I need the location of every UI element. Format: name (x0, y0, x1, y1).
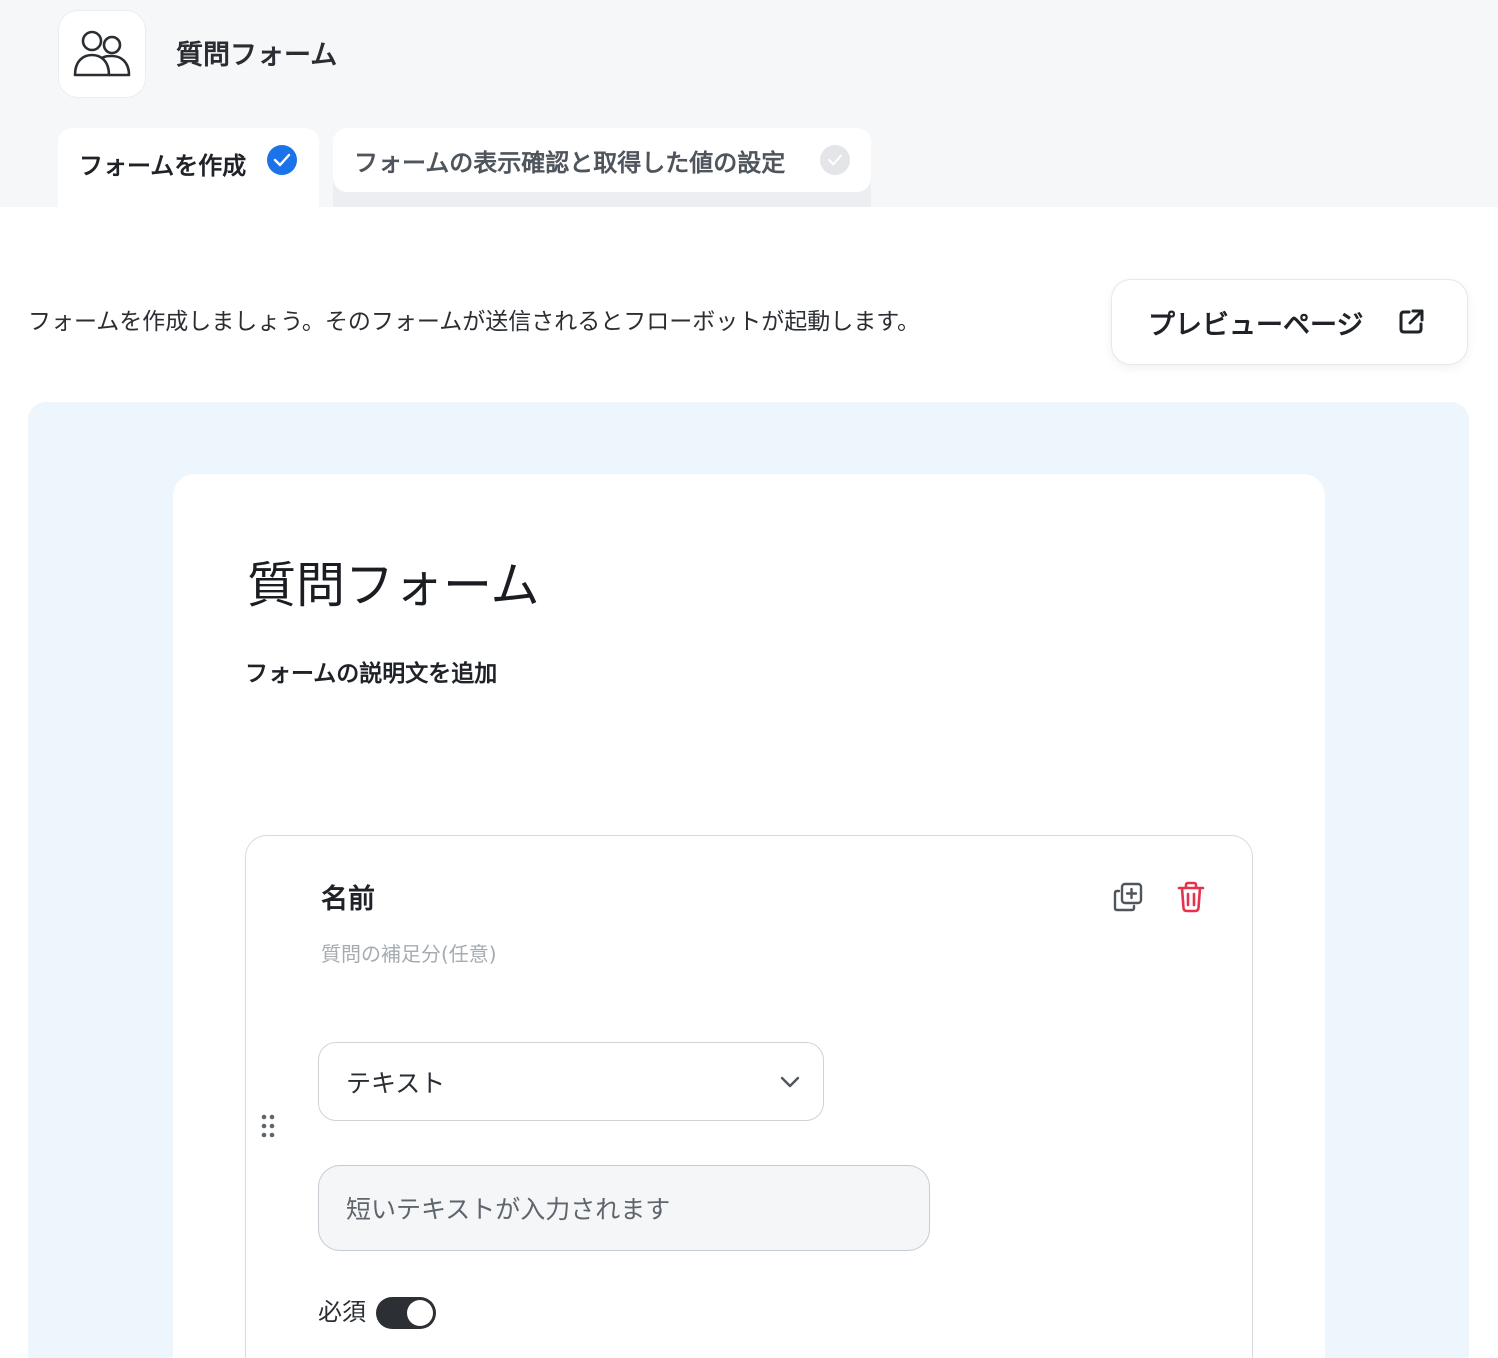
question-type-select[interactable]: テキスト (318, 1042, 824, 1121)
form-title-field[interactable]: 質問フォーム (247, 550, 540, 622)
question-type-value: テキスト (346, 1068, 446, 1098)
form-description-field[interactable]: フォームの説明文を追加 (245, 656, 497, 692)
answer-preview-input: 短いテキストが入力されます (318, 1165, 930, 1251)
question-subtitle-field[interactable]: 質問の補足分(任意) (321, 938, 497, 970)
delete-question-button[interactable] (1171, 877, 1211, 917)
external-link-icon (1399, 309, 1424, 334)
required-label: 必須 (318, 1298, 366, 1326)
users-icon (73, 30, 131, 77)
check-pending-icon (820, 145, 850, 175)
trash-icon (1177, 881, 1205, 913)
app-title: 質問フォーム (176, 40, 338, 71)
intro-text: フォームを作成しましょう。そのフォームが送信されるとフローボットが起動します。 (28, 309, 920, 335)
tab-label: フォームを作成 (79, 152, 247, 180)
app-icon-tile (58, 10, 146, 98)
duplicate-question-button[interactable] (1108, 877, 1148, 917)
preview-page-button[interactable]: プレビューページ (1111, 279, 1468, 365)
tab-label: フォームの表示確認と取得した値の設定 (354, 148, 786, 177)
preview-button-label: プレビューページ (1148, 309, 1364, 341)
answer-placeholder: 短いテキストが入力されます (346, 1195, 671, 1224)
tab-preview-settings[interactable]: フォームの表示確認と取得した値の設定 (333, 128, 871, 192)
duplicate-icon (1113, 882, 1143, 912)
check-complete-icon (267, 145, 297, 175)
question-title-field[interactable]: 名前 (321, 880, 375, 920)
drag-handle-icon[interactable] (258, 1113, 278, 1139)
toggle-knob (407, 1300, 433, 1326)
required-toggle[interactable] (376, 1297, 436, 1329)
chevron-down-icon (780, 1076, 800, 1088)
